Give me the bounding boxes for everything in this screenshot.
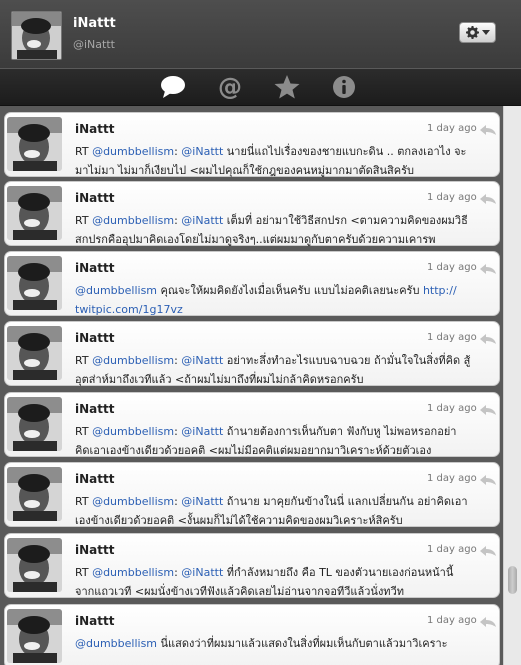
tweet-item[interactable]: iNattt 1 day ago @dumbbellism คุณจะให้ผม… — [4, 251, 500, 316]
mention-link[interactable]: @dumbbellism — [92, 354, 174, 367]
tweet-item[interactable]: iNattt 1 day ago RT @dumbbellism: @iNatt… — [4, 321, 500, 386]
speech-bubble-icon — [161, 76, 185, 98]
at-sign-icon: @ — [218, 74, 242, 100]
mention-link[interactable]: @iNattt — [181, 354, 223, 367]
mention-link[interactable]: @dumbbellism — [92, 425, 174, 438]
tweet-item[interactable]: iNattt 1 day ago RT @dumbbellism: @iNatt… — [4, 462, 500, 527]
tweet-item[interactable]: iNattt 1 day ago RT @dumbbellism: @iNatt… — [4, 181, 500, 246]
author-avatar[interactable] — [7, 256, 62, 310]
profile-header: iNattt @iNattt — [0, 0, 521, 68]
tweet-author[interactable]: iNattt — [75, 402, 114, 416]
mention-link[interactable]: @dumbbellism — [92, 145, 174, 158]
tweet-text: RT @dumbbellism: @iNattt เต็มที่ อย่ามาใ… — [75, 214, 468, 246]
tweet-author[interactable]: iNattt — [75, 472, 114, 486]
scrollbar-thumb[interactable] — [508, 566, 517, 594]
mention-link[interactable]: @dumbbellism — [92, 495, 174, 508]
svg-text:@: @ — [218, 74, 242, 100]
profile-handle: @iNattt — [73, 38, 115, 51]
url-link[interactable]: twitpic.com/1g17vz — [75, 303, 183, 316]
mention-link[interactable]: @dumbbellism — [75, 637, 157, 650]
tweet-timestamp: 1 day ago — [427, 544, 477, 555]
reply-arrow-icon[interactable] — [480, 264, 496, 274]
tweet-author[interactable]: iNattt — [75, 543, 114, 557]
tweet-timestamp: 1 day ago — [427, 403, 477, 414]
tab-profile-info[interactable] — [329, 73, 359, 101]
tweet-item[interactable]: iNattt 1 day ago @dumbbellism นี่แสดงว่า… — [4, 604, 500, 665]
reply-arrow-icon[interactable] — [480, 125, 496, 135]
reply-arrow-icon[interactable] — [480, 546, 496, 556]
tweet-text: RT @dumbbellism: @iNattt อย่าทะลึ่งทำอะไ… — [75, 354, 471, 386]
mention-link[interactable]: @dumbbellism — [75, 284, 157, 297]
tweet-item[interactable]: iNattt 1 day ago RT @dumbbellism: @iNatt… — [4, 112, 500, 177]
tweet-timestamp: 1 day ago — [427, 332, 477, 343]
tweet-author[interactable]: iNattt — [75, 614, 114, 628]
tweet-text: RT @dumbbellism: @iNattt ที่กำลังหมายถึง… — [75, 566, 454, 598]
mention-link[interactable]: @dumbbellism — [92, 214, 174, 227]
reply-arrow-icon[interactable] — [480, 194, 496, 204]
gear-icon — [465, 26, 479, 39]
timeline-scrollbar[interactable] — [503, 106, 521, 665]
mention-link[interactable]: @iNattt — [181, 566, 223, 579]
reply-arrow-icon[interactable] — [480, 334, 496, 344]
tab-timeline[interactable] — [158, 73, 188, 101]
tab-favorites[interactable] — [272, 73, 302, 101]
mention-link[interactable]: @iNattt — [181, 214, 223, 227]
tweet-text: RT @dumbbellism: @iNattt นายนี่แถไปเรื่อ… — [75, 145, 467, 177]
url-link[interactable]: http:// — [423, 284, 457, 297]
author-avatar[interactable] — [7, 186, 62, 240]
tweet-timestamp: 1 day ago — [427, 123, 477, 134]
tweet-author[interactable]: iNattt — [75, 191, 114, 205]
tweet-timestamp: 1 day ago — [427, 192, 477, 203]
tweet-timestamp: 1 day ago — [427, 473, 477, 484]
tweet-timestamp: 1 day ago — [427, 615, 477, 626]
tweet-author[interactable]: iNattt — [75, 331, 114, 345]
reply-arrow-icon[interactable] — [480, 617, 496, 627]
author-avatar[interactable] — [7, 117, 62, 171]
author-avatar[interactable] — [7, 397, 62, 451]
author-avatar[interactable] — [7, 609, 62, 663]
chevron-down-icon — [481, 30, 490, 35]
tweet-item[interactable]: iNattt 1 day ago RT @dumbbellism: @iNatt… — [4, 392, 500, 457]
settings-menu-button[interactable] — [459, 22, 496, 43]
info-icon — [333, 76, 355, 98]
profile-name: iNattt — [73, 16, 116, 31]
author-avatar[interactable] — [7, 467, 62, 521]
mention-link[interactable]: @dumbbellism — [92, 566, 174, 579]
reply-arrow-icon[interactable] — [480, 475, 496, 485]
timeline-tab-bar: @ — [0, 68, 521, 106]
star-icon — [274, 75, 300, 99]
mention-link[interactable]: @iNattt — [181, 495, 223, 508]
tweet-text: RT @dumbbellism: @iNattt ถ้านายต้องการเห… — [75, 425, 457, 457]
mention-link[interactable]: @iNattt — [181, 425, 223, 438]
tweet-text: @dumbbellism คุณจะให้ผมคิดยังไงเมื่อเห็น… — [75, 284, 457, 316]
tweet-author[interactable]: iNattt — [75, 261, 114, 275]
mention-link[interactable]: @iNattt — [181, 145, 223, 158]
tweet-timeline[interactable]: iNattt 1 day ago RT @dumbbellism: @iNatt… — [0, 106, 503, 665]
tweet-text: @dumbbellism นี่แสดงว่าที่ผมมาแล้วแสดงใน… — [75, 637, 448, 650]
tweet-author[interactable]: iNattt — [75, 122, 114, 136]
profile-avatar[interactable] — [11, 11, 62, 60]
tweet-timestamp: 1 day ago — [427, 262, 477, 273]
tweet-text: RT @dumbbellism: @iNattt ถ้านาย มาคุยกัน… — [75, 495, 468, 527]
reply-arrow-icon[interactable] — [480, 405, 496, 415]
author-avatar[interactable] — [7, 538, 62, 592]
tweet-item[interactable]: iNattt 1 day ago RT @dumbbellism: @iNatt… — [4, 533, 500, 598]
author-avatar[interactable] — [7, 326, 62, 380]
tab-mentions[interactable]: @ — [215, 73, 245, 101]
